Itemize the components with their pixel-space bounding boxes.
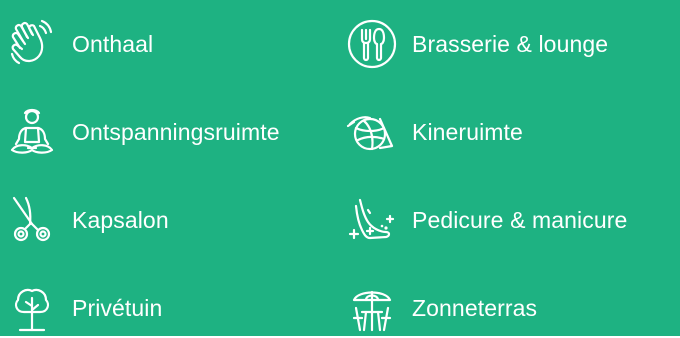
tree-icon xyxy=(2,278,62,338)
facility-item-onthaal: Onthaal xyxy=(2,14,153,74)
parasol-table-icon xyxy=(342,278,402,338)
facility-label: Pedicure & manicure xyxy=(412,206,628,233)
waving-hand-icon xyxy=(2,14,62,74)
facility-item-kapsalon: Kapsalon xyxy=(2,190,169,250)
facility-item-brasserie: Brasserie & lounge xyxy=(342,14,608,74)
meditation-icon xyxy=(2,102,62,162)
scissors-icon xyxy=(2,190,62,250)
facility-label: Kineruimte xyxy=(412,118,523,145)
foot-icon xyxy=(342,190,402,250)
exercise-ball-icon xyxy=(342,102,402,162)
facility-item-zonneterras: Zonneterras xyxy=(342,278,537,338)
facility-label: Onthaal xyxy=(72,30,154,57)
facility-label: Privétuin xyxy=(72,294,163,321)
facility-label: Zonneterras xyxy=(412,294,538,321)
facilities-panel: Onthaal Brasserie & lounge Ontspanningsr… xyxy=(0,0,680,336)
fork-spoon-icon xyxy=(342,14,402,74)
facility-item-privetuin: Privétuin xyxy=(2,278,162,338)
facility-item-ontspanningsruimte: Ontspanningsruimte xyxy=(2,102,280,162)
facility-label: Ontspanningsruimte xyxy=(72,118,280,145)
facility-label: Brasserie & lounge xyxy=(412,30,609,57)
facility-item-kineruimte: Kineruimte xyxy=(342,102,523,162)
facility-item-pedicure: Pedicure & manicure xyxy=(342,190,627,250)
facility-label: Kapsalon xyxy=(72,206,169,233)
